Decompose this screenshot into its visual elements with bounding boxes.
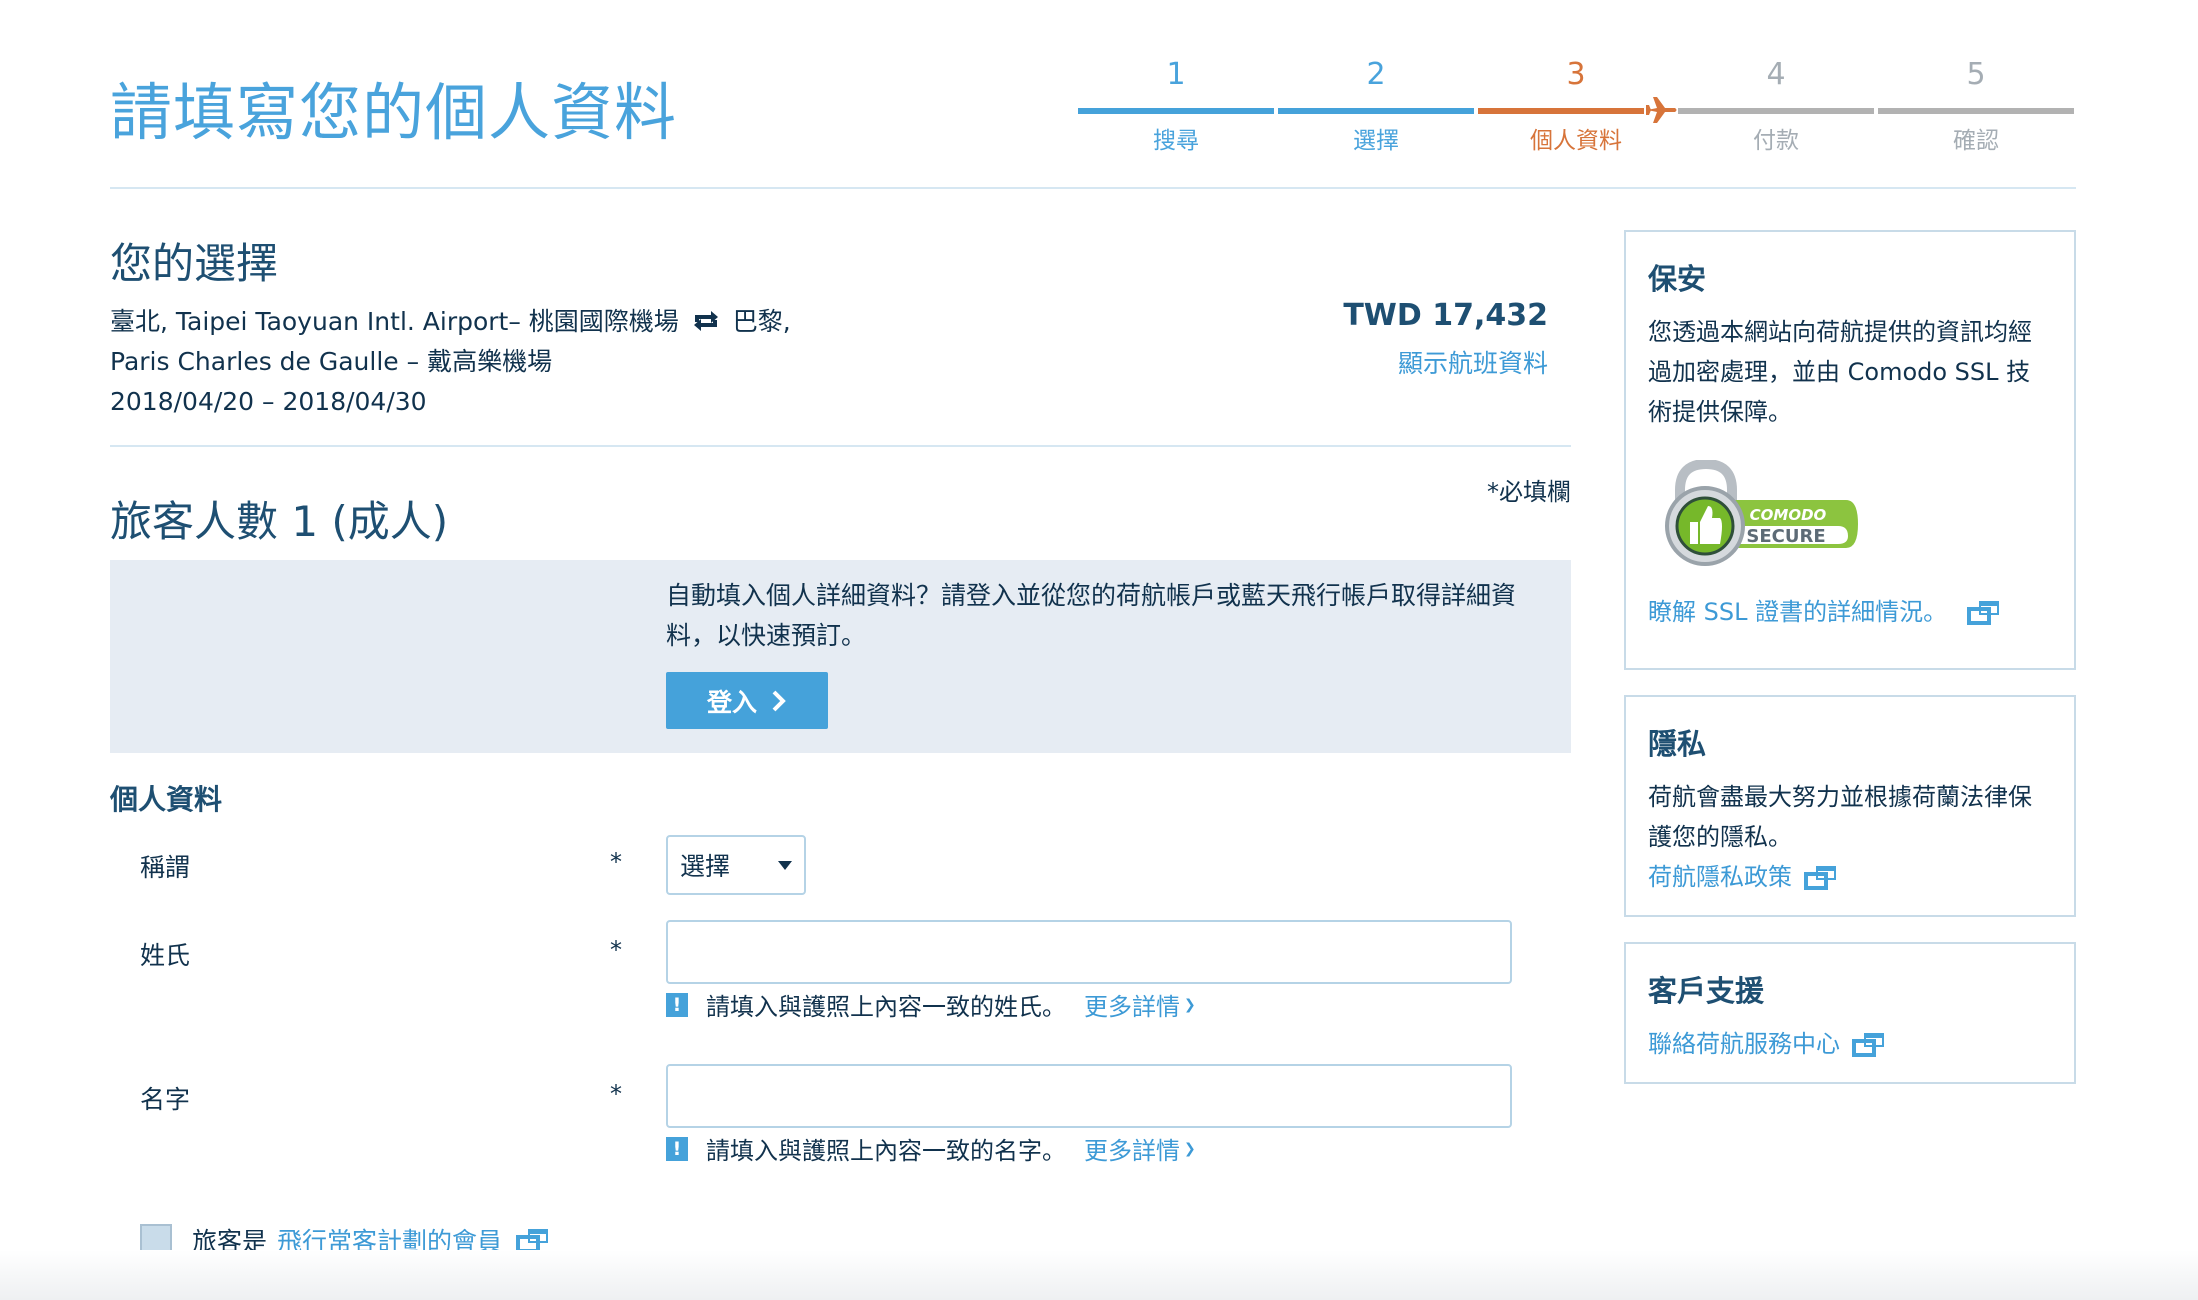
ssl-details-link[interactable]: 瞭解 SSL 證書的詳細情況。 [1648,592,2001,632]
privacy-policy-link-text: 荷航隱私政策 [1648,863,1792,891]
last-name-help-text: 請填入與護照上內容一致的姓氏。 [706,993,1066,1021]
step-number: 4 [1766,57,1786,92]
required-asterisk: * [610,936,622,964]
privacy-text: 荷航會盡最大努力並根據荷蘭法律保護您的隱私。 [1648,783,2032,851]
first-name-help: ! 請填入與護照上內容一致的名字。 更多詳情 ❯ [666,1131,1196,1166]
airplane-icon [1646,97,1677,123]
destination-airport: Paris Charles de Gaulle – 戴高樂機場 [110,347,553,376]
travel-dates: 2018/04/20 – 2018/04/30 [110,387,427,416]
exclamation-icon: ! [666,1136,688,1161]
first-name-label: 名字 [140,1085,191,1114]
last-name-label: 姓氏 [140,941,191,970]
step-bar [1078,108,1274,114]
caret-down-icon [778,860,792,870]
security-panel: 保安 您透過本網站向荷航提供的資訊均經過加密處理，並由 Comodo SSL 技… [1624,230,2076,670]
chevron-down-icon[interactable]: ❯ [1184,1141,1196,1157]
security-text: 您透過本網站向荷航提供的資訊均經過加密處理，並由 Comodo SSL 技術提供… [1648,318,2032,426]
last-name-input[interactable] [666,920,1512,984]
support-title: 客戶支援 [1648,974,1765,1008]
chevron-right-icon [772,690,786,711]
external-window-icon [1852,1033,1884,1057]
step-select[interactable]: 2 選擇 [1278,55,1474,165]
privacy-policy-link[interactable]: 荷航隱私政策 [1648,857,1838,897]
origin: 臺北, Taipei Taoyuan Intl. Airport– 桃園國際機場 [110,307,679,336]
page-title: 請填寫您的個人資料 [110,76,678,149]
contact-service-center-link-text: 聯絡荷航服務中心 [1648,1030,1840,1058]
step-bar [1478,108,1644,114]
step-confirm: 5 確認 [1878,55,2074,165]
login-button[interactable]: 登入 [666,672,828,729]
header-divider [110,187,2076,189]
round-trip-swap-icon [693,311,718,331]
exclamation-icon: ! [666,992,688,1017]
title-label: 稱謂 [140,853,191,882]
required-asterisk: * [610,1080,622,1108]
step-number: 3 [1566,57,1586,92]
first-name-more-details-link[interactable]: 更多詳情 [1084,1131,1180,1166]
passengers-heading: 旅客人數 1 (成人) [110,497,449,546]
total-price: TWD 17,432 [1343,298,1548,333]
contact-service-center-link[interactable]: 聯絡荷航服務中心 [1648,1024,1886,1064]
step-label: 確認 [1953,128,1999,154]
step-label: 個人資料 [1530,128,1622,154]
external-window-icon [1967,601,2000,625]
last-name-help: ! 請填入與護照上內容一致的姓氏。 更多詳情 ❯ [666,987,1196,1022]
customer-support-panel: 客戶支援 聯絡荷航服務中心 [1624,942,2076,1084]
login-button-label: 登入 [706,687,757,717]
required-asterisk: * [610,848,622,876]
step-bar [1878,108,2074,114]
trip-summary: 臺北, Taipei Taoyuan Intl. Airport– 桃園國際機場… [110,302,791,422]
privacy-title: 隱私 [1648,727,1707,761]
badge-bottom-text: SECURE [1746,526,1825,547]
ssl-details-link-text: 瞭解 SSL 證書的詳細情況。 [1648,598,1948,626]
last-name-more-details-link[interactable]: 更多詳情 [1084,987,1180,1022]
external-window-icon [1804,866,1836,890]
step-number: 2 [1366,57,1386,92]
title-select-value: 選擇 [680,852,731,881]
padlock-icon: COMODO SECURE [1665,458,1858,566]
chevron-down-icon[interactable]: ❯ [1184,997,1196,1013]
comodo-secure-badge: COMODO SECURE [1660,458,1860,570]
step-label: 搜尋 [1153,128,1199,154]
step-bar [1678,108,1874,114]
title-select[interactable]: 選擇 [666,835,806,895]
security-title: 保安 [1648,262,1707,296]
step-payment: 4 付款 [1678,55,1874,165]
required-fields-note: *必填欄 [1487,478,1571,506]
first-name-help-text: 請填入與護照上內容一致的名字。 [706,1137,1066,1165]
step-search[interactable]: 1 搜尋 [1078,55,1274,165]
autofill-login-prompt: 自動填入個人詳細資料？請登入並從您的荷航帳戶或藍天飛行帳戶取得詳細資料，以快速預… [666,581,1517,650]
step-label: 選擇 [1353,128,1399,154]
badge-top-text: COMODO [1750,506,1827,524]
personal-details-heading: 個人資料 [110,783,223,816]
show-flight-details-link[interactable]: 顯示航班資料 [1398,344,1548,380]
destination-city: 巴黎, [732,307,791,336]
step-number: 5 [1966,57,1986,92]
selection-heading: 您的選擇 [110,239,279,288]
selection-divider [110,445,1571,447]
privacy-panel: 隱私 荷航會盡最大努力並根據荷蘭法律保護您的隱私。 荷航隱私政策 [1624,695,2076,917]
trip-route-line-1: 臺北, Taipei Taoyuan Intl. Airport– 桃園國際機場… [110,302,791,342]
first-name-input[interactable] [666,1064,1512,1128]
step-label: 付款 [1753,128,1799,154]
step-number: 1 [1166,57,1186,92]
step-bar [1278,108,1474,114]
page-bottom-fade [0,1250,2198,1300]
